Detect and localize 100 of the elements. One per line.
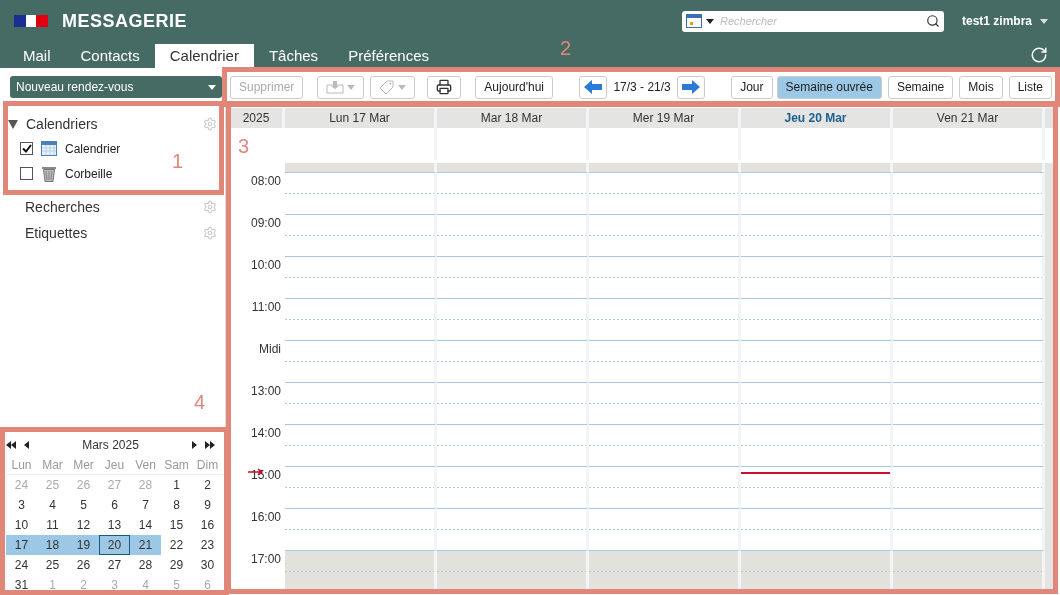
view-button[interactable]: Mois [959,75,1003,99]
new-appointment-button[interactable]: Nouveau rendez-vous [10,76,222,98]
nav-tab[interactable]: Préférences [333,44,444,68]
nav-tab[interactable]: Calendrier [154,44,254,68]
double-left-icon[interactable] [6,441,16,449]
weekday-label: Jeu [99,455,130,475]
date-cell[interactable]: 27 [99,555,130,575]
date-cell[interactable]: 16 [192,515,223,535]
date-cell[interactable]: 15 [161,515,192,535]
date-cell[interactable]: 26 [68,555,99,575]
hour-label: 15:00 [247,467,282,484]
scrollbar[interactable] [1045,550,1056,592]
date-cell[interactable]: 2 [192,475,223,495]
date-cell[interactable]: 20 [99,535,130,555]
date-cell[interactable]: 7 [130,495,161,515]
view-button[interactable]: Semaine ouvrée [776,75,882,99]
flag-logo [14,15,48,27]
calendar-icon [41,141,57,156]
right-icon[interactable] [192,441,197,449]
day-header[interactable]: Mar 18 Mar [437,108,589,128]
nav-tab[interactable]: Mail [8,44,66,68]
date-cell[interactable]: 12 [68,515,99,535]
left-icon[interactable] [24,441,29,449]
user-menu[interactable]: test1 zimbra [961,14,1032,28]
view-button[interactable]: Jour [731,75,773,99]
arrow-left-icon [584,80,603,94]
day-header[interactable]: Mer 19 Mar [589,108,741,128]
date-cell[interactable]: 6 [99,495,130,515]
date-cell[interactable]: 11 [37,515,68,535]
date-cell[interactable]: 22 [161,535,192,555]
nav-tab[interactable]: Contacts [65,44,155,68]
date-cell[interactable]: 23 [192,535,223,555]
caret-icon [1040,18,1048,24]
checkbox[interactable] [20,167,33,180]
date-cell[interactable]: 28 [130,555,161,575]
folder-heading[interactable]: Calendriers [26,116,195,132]
annotation-number: 4 [194,391,206,414]
date-cell[interactable]: 17 [6,535,37,555]
date-cell[interactable]: 8 [161,495,192,515]
search-bar[interactable]: Rechercher [681,10,944,32]
date-cell[interactable]: 4 [37,495,68,515]
date-cell[interactable]: 31 [6,575,37,595]
date-cell[interactable]: 13 [99,515,130,535]
hour-label: 09:00 [249,215,282,232]
arrow-right-icon [681,80,700,94]
hour-label: 08:00 [249,173,282,190]
calendar-icon [685,14,702,28]
folder-item[interactable]: Corbeille [65,166,113,181]
checkbox[interactable] [20,142,33,155]
search-icon[interactable] [925,14,940,28]
trash-icon [41,165,57,182]
expand-icon[interactable] [8,119,18,129]
date-cell[interactable]: 1 [161,475,192,495]
scrollbar[interactable] [1045,108,1056,128]
hour-label: 11:00 [250,299,282,316]
date-cell[interactable]: 5 [68,495,99,515]
scrollbar[interactable] [1045,163,1056,172]
date-cell[interactable]: 24 [6,555,37,575]
hour-label: 17:00 [249,551,282,568]
date-cell[interactable]: 9 [192,495,223,515]
date-cell[interactable]: 19 [68,535,99,555]
print-button[interactable] [427,75,462,99]
toolbar-button[interactable]: Aujourd'hui [475,75,554,99]
refresh-icon[interactable] [1030,46,1048,64]
folder-item[interactable]: Calendrier [65,141,121,156]
next-button[interactable] [676,75,705,99]
view-button[interactable]: Semaine [887,75,954,99]
caret-icon [208,84,216,90]
date-cell[interactable]: 14 [130,515,161,535]
tag-icon [379,80,396,94]
double-right-icon[interactable] [205,441,215,449]
date-cell[interactable]: 18 [37,535,68,555]
day-header[interactable]: Ven 21 Mar [893,108,1045,128]
date-cell[interactable]: 3 [6,495,37,515]
printer-icon [436,79,453,95]
caret-icon [347,84,356,90]
date-cell[interactable]: 30 [192,555,223,575]
nav-tab[interactable]: Tâches [253,44,334,68]
year-label: 2025 [230,108,285,128]
annotation-number: 1 [172,150,184,173]
date-cell[interactable]: 21 [130,535,161,555]
time-slot[interactable] [741,466,893,508]
date-cell[interactable]: 10 [6,515,37,535]
caret-icon [705,18,714,24]
hour-label: 10:00 [249,257,282,274]
previous-button[interactable] [579,75,608,99]
section-heading[interactable]: Etiquettes [25,225,203,241]
section-heading[interactable]: Recherches [25,199,203,215]
settings-icon[interactable] [203,117,217,131]
weekday-label: Mar [37,455,68,475]
date-cell[interactable]: 29 [161,555,192,575]
settings-icon[interactable] [203,226,217,240]
view-button[interactable]: Liste [1008,75,1052,99]
date-cell[interactable]: 25 [37,555,68,575]
settings-icon[interactable] [203,200,217,214]
weekday-label: Lun [6,455,37,475]
weekday-label: Ven [130,455,161,475]
month-title: Mars 2025 [81,438,140,452]
day-header[interactable]: Lun 17 Mar [285,108,437,128]
day-header[interactable]: Jeu 20 Mar [741,108,893,128]
